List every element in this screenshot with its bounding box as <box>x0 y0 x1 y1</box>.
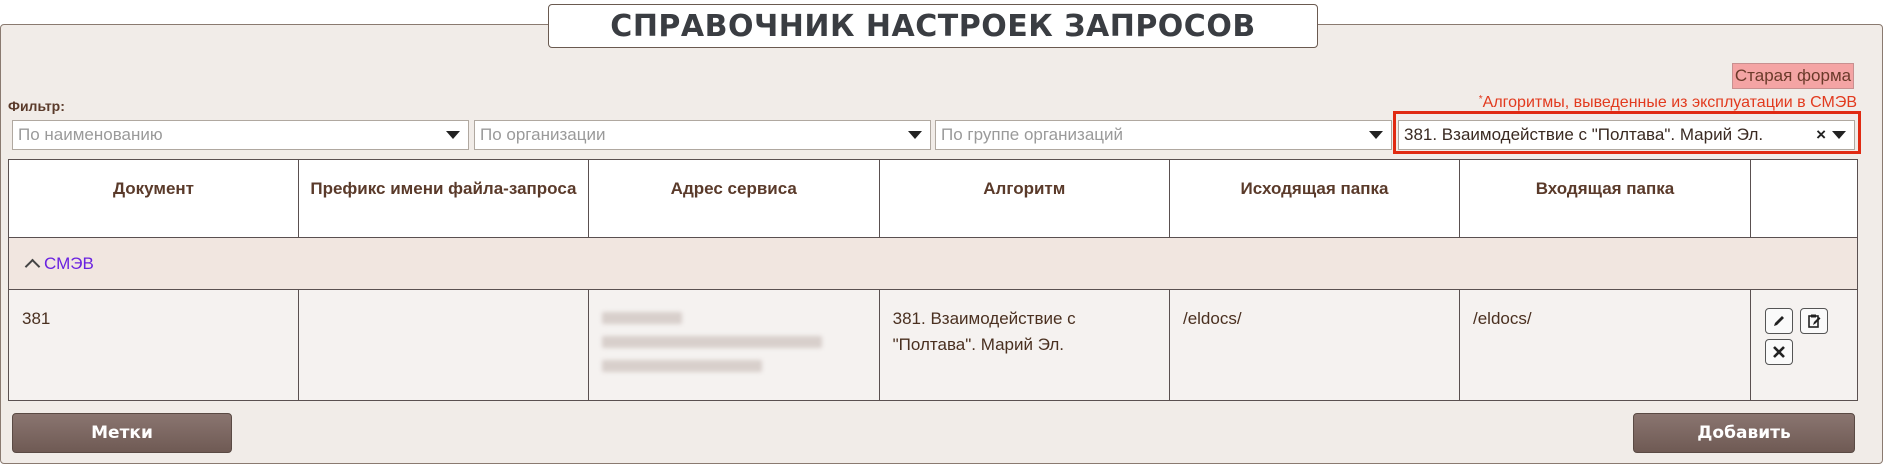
header-in-folder[interactable]: Входящая папка <box>1458 159 1751 238</box>
header-document[interactable]: Документ <box>8 159 299 238</box>
chevron-up-icon[interactable] <box>24 258 41 274</box>
add-button[interactable]: Добавить <box>1633 413 1855 453</box>
cell-out-folder: /eldocs/ <box>1168 289 1460 401</box>
filter-by-org-select[interactable]: По организации <box>474 120 931 150</box>
blurred-text <box>601 360 762 372</box>
copy-edit-button[interactable] <box>1799 308 1828 334</box>
old-form-button[interactable]: Старая форма <box>1732 63 1854 89</box>
caret-down-icon[interactable] <box>1369 131 1383 139</box>
table-row[interactable]: 381 381. Взаимодействие с "Полтава". Мар… <box>8 289 1859 401</box>
group-cell[interactable]: СМЭВ <box>8 237 1858 290</box>
group-label[interactable]: СМЭВ <box>44 254 94 273</box>
clear-icon[interactable]: × <box>1816 125 1826 145</box>
header-prefix[interactable]: Префикс имени файла-запроса <box>297 159 589 238</box>
actions-group <box>1764 306 1844 368</box>
blurred-text <box>601 312 682 324</box>
group-row[interactable]: СМЭВ <box>8 237 1858 290</box>
clipboard-edit-icon <box>1807 314 1821 328</box>
caret-down-icon[interactable] <box>446 131 460 139</box>
settings-table: Документ Префикс имени файла-запроса Адр… <box>8 159 1859 401</box>
header-algorithm[interactable]: Алгоритм <box>878 159 1170 238</box>
filter-by-group-select[interactable]: По группе организаций <box>935 120 1392 150</box>
retired-algorithms-note[interactable]: *Алгоритмы, выведенные из эксплуатации в… <box>1479 94 1857 112</box>
cell-actions <box>1749 289 1859 401</box>
cell-document: 381 <box>8 289 299 401</box>
caret-down-icon[interactable] <box>1832 131 1846 139</box>
filter-by-algorithm-select[interactable]: 381. Взаимодействие с "Полтава". Марий Э… <box>1398 120 1855 150</box>
header-out-folder[interactable]: Исходящая папка <box>1168 159 1460 238</box>
tags-button[interactable]: Метки <box>12 413 232 453</box>
cell-prefix <box>297 289 589 401</box>
note-text[interactable]: Алгоритмы, выведенные из эксплуатации в … <box>1483 94 1857 111</box>
filter-by-name-select[interactable]: По наименованию <box>12 120 469 150</box>
edit-button[interactable] <box>1764 308 1793 334</box>
filter-by-org-placeholder: По организации <box>480 125 606 144</box>
cell-address <box>587 289 880 401</box>
cell-algorithm: 381. Взаимодействие с "Полтава". Марий Э… <box>878 289 1170 401</box>
pencil-icon <box>1773 316 1784 326</box>
blurred-text <box>601 336 822 348</box>
filter-by-name-placeholder: По наименованию <box>18 125 163 144</box>
filter-algorithm-value: 381. Взаимодействие с "Полтава". Марий Э… <box>1404 125 1764 144</box>
cell-in-folder: /eldocs/ <box>1458 289 1751 401</box>
filter-by-group-placeholder: По группе организаций <box>941 125 1124 144</box>
delete-button[interactable] <box>1764 339 1793 365</box>
header-address[interactable]: Адрес сервиса <box>587 159 880 238</box>
close-icon <box>1773 346 1785 358</box>
caret-down-icon[interactable] <box>908 131 922 139</box>
table-header-row: Документ Префикс имени файла-запроса Адр… <box>8 159 1859 238</box>
filter-label: Фильтр: <box>8 98 65 114</box>
header-actions <box>1749 159 1859 238</box>
page-title: СПРАВОЧНИК НАСТРОЕК ЗАПРОСОВ <box>548 4 1318 48</box>
